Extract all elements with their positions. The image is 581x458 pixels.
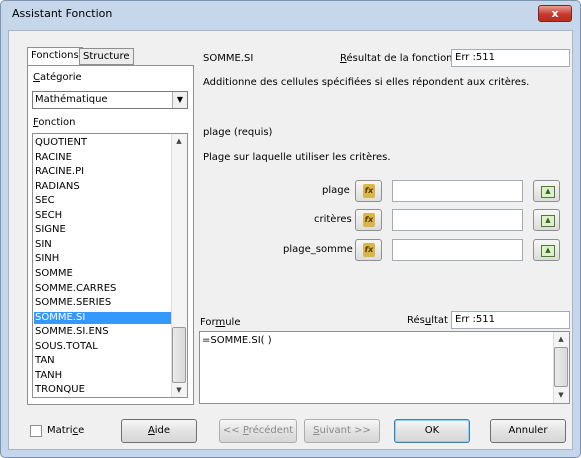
function-list-item[interactable]: SOMME.SI (34, 311, 172, 324)
category-select[interactable]: Mathématique (32, 91, 188, 109)
shrink-dialog-icon: ▲ (541, 215, 555, 227)
function-wizard-icon: fx (363, 184, 375, 198)
function-list-item[interactable]: SINH (34, 253, 172, 265)
function-list-item[interactable]: TAN (34, 355, 172, 367)
function-list-item[interactable]: SOMME.SI.ENS (34, 326, 172, 338)
category-value: Mathématique (35, 94, 108, 105)
function-list[interactable]: QUOTIENT RACINE RACINE.PI RADIANS SEC SECH SIG… (32, 133, 188, 398)
tab-label: Structure (83, 51, 130, 62)
function-result-label: Résultat de la fonction (340, 53, 453, 64)
fx-button-plage[interactable]: fx (355, 180, 382, 202)
shrink-button-plage-somme[interactable]: ▲ (533, 239, 560, 261)
function-list-item[interactable]: SOMME (34, 268, 172, 280)
function-list-item[interactable]: SOUS.TOTAL (34, 341, 172, 353)
next-button[interactable]: Suivant >> (304, 419, 380, 443)
param-label-plage: plage (322, 185, 350, 196)
matrix-checkbox[interactable] (30, 425, 42, 437)
shrink-dialog-icon: ▲ (541, 186, 555, 198)
title-bar[interactable]: Assistant Fonction x (0, 0, 581, 28)
category-label: Catégorie (33, 72, 82, 83)
param-label-plage-somme: plage_somme (283, 244, 353, 255)
scrollbar-thumb[interactable] (172, 327, 186, 383)
param-input-criteres[interactable] (392, 209, 523, 231)
ok-button[interactable]: OK (394, 419, 470, 443)
matrix-label: Matrice (47, 425, 85, 436)
scroll-down-icon[interactable]: ▼ (172, 386, 186, 394)
tab-label: Fonctions (31, 50, 79, 61)
scroll-up-icon[interactable]: ▲ (172, 137, 186, 145)
shrink-button-criteres[interactable]: ▲ (533, 209, 560, 231)
window-title: Assistant Fonction (12, 7, 113, 20)
function-wizard-icon: fx (363, 243, 375, 257)
function-name: SOMME.SI (203, 53, 254, 64)
function-list-item[interactable]: SECH (34, 210, 172, 222)
function-list-item[interactable]: TANH (34, 370, 172, 382)
help-button[interactable]: Aide (121, 419, 197, 443)
close-button[interactable]: x (538, 5, 572, 22)
function-list-item[interactable]: SEC (34, 195, 172, 207)
function-result-field: Err :511 (451, 49, 570, 67)
function-list-item[interactable]: RADIANS (34, 181, 172, 193)
formula-result-label: Résultat (407, 315, 448, 326)
function-list-item[interactable]: QUOTIENT (34, 137, 172, 149)
shrink-dialog-icon: ▲ (541, 245, 555, 257)
param-input-plage-somme[interactable] (392, 239, 523, 261)
function-list-item[interactable]: SOMME.CARRES (34, 283, 172, 295)
argument-title: plage (requis) (203, 127, 273, 138)
function-list-item[interactable]: SIGNE (34, 224, 172, 236)
formula-result-field: Err :511 (451, 311, 570, 329)
shrink-button-plage[interactable]: ▲ (533, 180, 560, 202)
formula-label: Formule (200, 317, 241, 328)
scroll-up-icon[interactable]: ▲ (554, 335, 568, 343)
function-list-item[interactable]: SIN (34, 239, 172, 251)
formula-text: =SOMME.SI( ) (202, 335, 272, 346)
fx-button-criteres[interactable]: fx (355, 209, 382, 231)
function-list-item[interactable]: SOMME.SERIES (34, 297, 172, 309)
scrollbar-thumb[interactable] (554, 347, 568, 387)
tab-fonctions[interactable]: Fonctions (27, 47, 83, 66)
chevron-down-icon[interactable]: ▼ (172, 92, 187, 108)
previous-button[interactable]: << Précédent (219, 419, 297, 443)
argument-help: Plage sur laquelle utiliser les critères… (203, 152, 391, 163)
function-wizard-icon: fx (363, 213, 375, 227)
function-label: Fonction (33, 117, 76, 128)
param-label-criteres: critères (314, 214, 352, 225)
cancel-button[interactable]: Annuler (490, 419, 566, 443)
function-list-item[interactable]: TRONQUE (34, 384, 172, 396)
category-label-rest: atégorie (39, 72, 82, 83)
fx-button-plage-somme[interactable]: fx (355, 239, 382, 261)
function-description: Additionne des cellules spécifiées si el… (203, 77, 530, 88)
scroll-down-icon[interactable]: ▼ (554, 391, 568, 399)
function-list-item[interactable]: RACINE (34, 152, 172, 164)
function-list-item[interactable]: RACINE.PI (34, 166, 172, 178)
param-input-plage[interactable] (392, 180, 523, 202)
tab-structure[interactable]: Structure (79, 48, 134, 65)
